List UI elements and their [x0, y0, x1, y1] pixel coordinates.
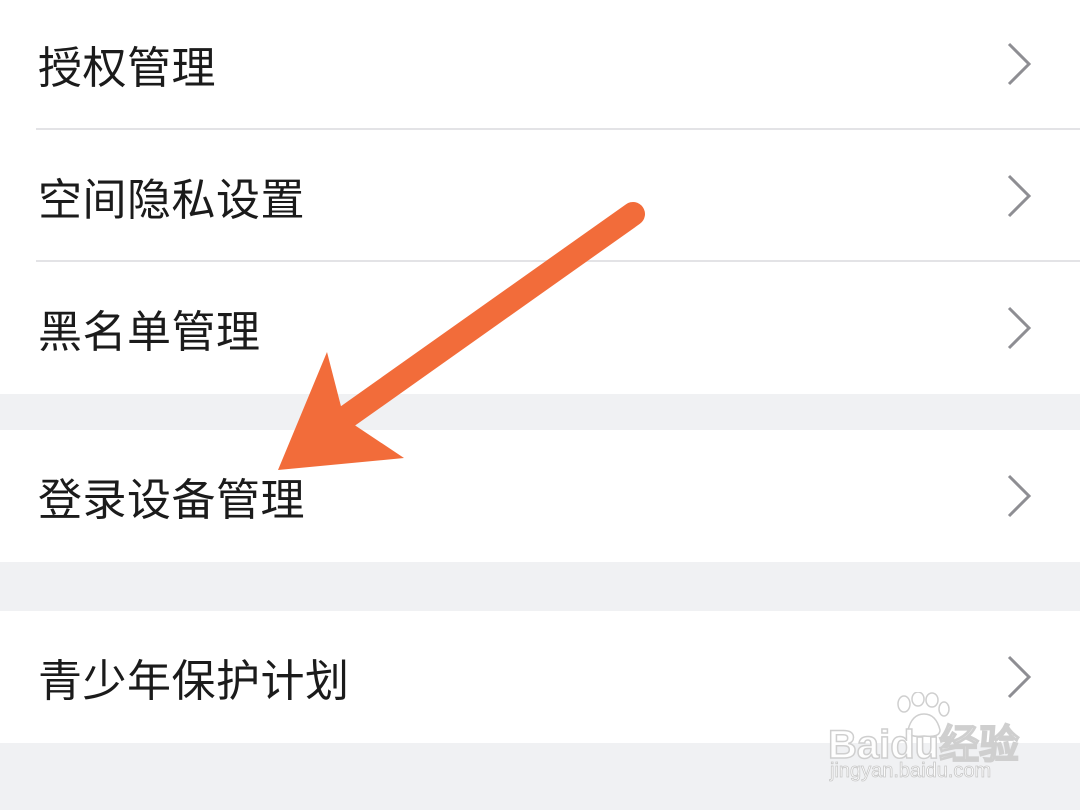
settings-group-privacy: 授权管理 空间隐私设置 黑名单管理	[0, 0, 1080, 394]
settings-item-label: 授权管理	[38, 43, 216, 94]
chevron-right-icon	[1007, 655, 1032, 699]
settings-item-authorization[interactable]: 授权管理	[0, 0, 1080, 130]
settings-group-devices: 登录设备管理	[0, 430, 1080, 562]
chevron-right-icon	[1007, 474, 1032, 518]
settings-item-blacklist[interactable]: 黑名单管理	[0, 262, 1080, 394]
chevron-right-icon	[1007, 42, 1032, 86]
settings-item-label: 登录设备管理	[38, 475, 305, 526]
settings-group-youth: 青少年保护计划	[0, 611, 1080, 743]
settings-item-label: 黑名单管理	[38, 307, 261, 358]
settings-item-label: 青少年保护计划	[38, 656, 350, 707]
settings-item-space-privacy[interactable]: 空间隐私设置	[0, 130, 1080, 262]
chevron-right-icon	[1007, 174, 1032, 218]
settings-item-label: 空间隐私设置	[38, 175, 305, 226]
watermark-url: jingyan.baidu.com	[830, 760, 992, 783]
chevron-right-icon	[1007, 306, 1032, 350]
settings-item-login-devices[interactable]: 登录设备管理	[0, 430, 1080, 562]
settings-item-youth-protection[interactable]: 青少年保护计划	[0, 611, 1080, 743]
